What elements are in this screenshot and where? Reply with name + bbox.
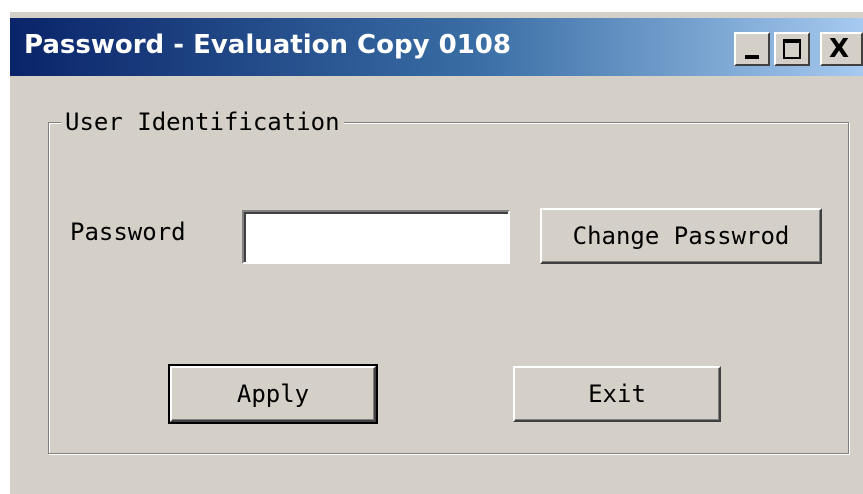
- minimize-icon: [745, 55, 759, 59]
- group-legend: User Identification: [61, 108, 344, 136]
- close-icon: X: [829, 34, 850, 64]
- apply-button[interactable]: Apply: [168, 364, 378, 424]
- minimize-button[interactable]: [734, 32, 770, 66]
- password-dialog-window: Password - Evaluation Copy 0108 X User I…: [8, 10, 863, 494]
- title-bar[interactable]: Password - Evaluation Copy 0108 X: [10, 18, 863, 76]
- close-button[interactable]: X: [820, 32, 863, 66]
- maximize-button[interactable]: [774, 32, 810, 66]
- window-title: Password - Evaluation Copy 0108: [24, 30, 511, 60]
- change-password-button[interactable]: Change Passwrod: [540, 208, 822, 264]
- password-label: Password: [70, 218, 186, 246]
- user-identification-group: User Identification: [48, 108, 849, 454]
- maximize-icon: [783, 39, 801, 59]
- exit-button[interactable]: Exit: [513, 366, 721, 422]
- password-field[interactable]: [242, 210, 510, 264]
